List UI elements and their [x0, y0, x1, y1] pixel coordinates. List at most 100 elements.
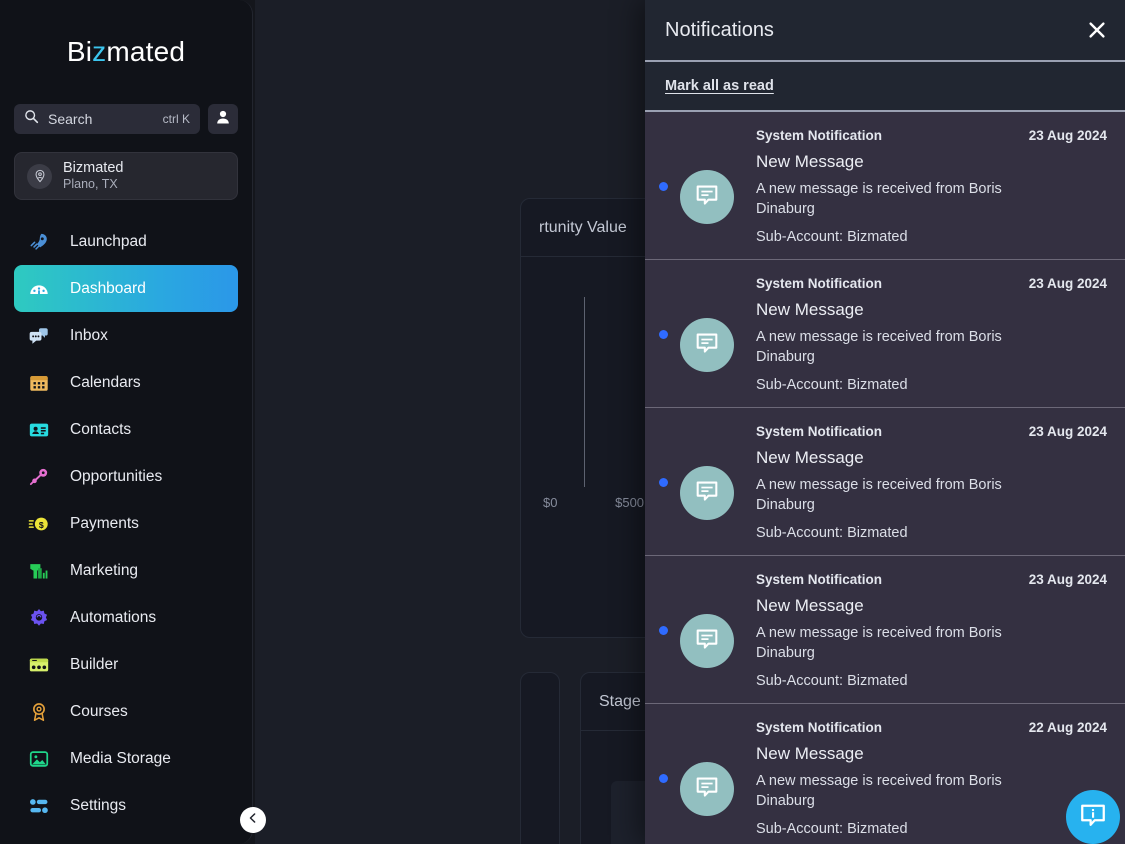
- sidebar-item-label: Contacts: [70, 420, 132, 438]
- account-text: Bizmated Plano, TX: [63, 160, 123, 193]
- contact-card-icon: [28, 419, 50, 441]
- notification-body: System Notification 23 Aug 2024 New Mess…: [756, 422, 1107, 541]
- x-tick: $500: [615, 495, 645, 510]
- chat-support-button[interactable]: [1066, 790, 1120, 844]
- notification-subaccount: Sub-Account: Bizmated: [756, 229, 908, 245]
- message-bubble-icon: [694, 330, 720, 361]
- sidebar-item-payments[interactable]: $ Payments: [14, 500, 238, 547]
- notification-kind: System Notification: [756, 128, 883, 143]
- builder-icon: [28, 654, 50, 676]
- account-location: Plano, TX: [63, 177, 118, 192]
- funnel-key-icon: [28, 466, 50, 488]
- notification-subaccount: Sub-Account: Bizmated: [756, 377, 908, 393]
- notification-date: 22 Aug 2024: [1028, 720, 1107, 735]
- unread-indicator-dot: [659, 478, 668, 487]
- sidebar-item-dashboard[interactable]: Dashboard: [14, 265, 238, 312]
- close-icon[interactable]: [1087, 20, 1107, 40]
- notification-body: System Notification 23 Aug 2024 New Mess…: [756, 570, 1107, 689]
- sidebar-item-label: Marketing: [70, 561, 139, 579]
- side-metric-card: [520, 672, 560, 844]
- coin-icon: $: [28, 513, 50, 535]
- sliders-icon: [28, 795, 50, 817]
- search-placeholder: Search: [48, 111, 93, 127]
- award-ribbon-icon: [28, 701, 50, 723]
- gear-icon: [28, 607, 50, 629]
- svg-text:$: $: [39, 519, 44, 529]
- notifications-list[interactable]: System Notification 23 Aug 2024 New Mess…: [645, 112, 1125, 844]
- sidebar-item-automations[interactable]: Automations: [14, 594, 238, 641]
- notification-item[interactable]: System Notification 23 Aug 2024 New Mess…: [645, 260, 1125, 408]
- calendar-icon: [28, 372, 50, 394]
- logo-accent-letter: z: [92, 36, 107, 67]
- notification-date: 23 Aug 2024: [1028, 424, 1107, 439]
- notification-subaccount: Sub-Account: Bizmated: [756, 673, 908, 689]
- notification-kind: System Notification: [756, 276, 883, 291]
- chevron-left-icon: [247, 811, 259, 829]
- search-input[interactable]: Search ctrl K: [14, 104, 200, 134]
- unread-indicator-dot: [659, 626, 668, 635]
- notification-meta: System Notification 23 Aug 2024: [756, 572, 1107, 587]
- sidebar-item-inbox[interactable]: Inbox: [14, 312, 238, 359]
- notification-item[interactable]: System Notification 23 Aug 2024 New Mess…: [645, 112, 1125, 260]
- app-logo[interactable]: Bi z mated: [0, 0, 252, 104]
- megaphone-chart-icon: [28, 560, 50, 582]
- notification-kind: System Notification: [756, 424, 883, 439]
- notification-title: New Message: [756, 744, 864, 763]
- notification-avatar: [680, 318, 734, 372]
- message-bubble-icon: [694, 182, 720, 213]
- mark-all-as-read-button[interactable]: Mark all as read: [665, 78, 774, 94]
- notification-title: New Message: [756, 448, 864, 467]
- sidebar-item-media-storage[interactable]: Media Storage: [14, 735, 238, 782]
- sidebar-item-label: Payments: [70, 514, 139, 532]
- notification-avatar: [680, 466, 734, 520]
- notifications-title: Notifications: [665, 18, 774, 41]
- sidebar-item-settings[interactable]: Settings: [14, 782, 238, 829]
- sidebar: Bi z mated Search ctrl K Bizmated Plano,…: [0, 0, 253, 844]
- sidebar-item-courses[interactable]: Courses: [14, 688, 238, 735]
- notification-title: New Message: [756, 596, 864, 615]
- sidebar-item-contacts[interactable]: Contacts: [14, 406, 238, 453]
- search-shortcut-hint: ctrl K: [162, 112, 190, 126]
- notification-body: System Notification 22 Aug 2024 New Mess…: [756, 718, 1107, 837]
- notification-description: A new message is received from Boris Din…: [756, 329, 1002, 365]
- sidebar-item-label: Courses: [70, 702, 128, 720]
- notification-item[interactable]: System Notification 23 Aug 2024 New Mess…: [645, 556, 1125, 704]
- sidebar-item-label: Builder: [70, 655, 119, 673]
- image-icon: [28, 748, 50, 770]
- unread-indicator-dot: [659, 330, 668, 339]
- user-avatar-button[interactable]: [208, 104, 238, 134]
- sidebar-item-calendars[interactable]: Calendars: [14, 359, 238, 406]
- notification-body: System Notification 23 Aug 2024 New Mess…: [756, 126, 1107, 245]
- account-switcher[interactable]: Bizmated Plano, TX: [14, 152, 238, 200]
- sidebar-item-label: Dashboard: [70, 279, 146, 297]
- notification-body: System Notification 23 Aug 2024 New Mess…: [756, 274, 1107, 393]
- sidebar-item-launchpad[interactable]: Launchpad: [14, 218, 238, 265]
- chat-bubbles-icon: [28, 325, 50, 347]
- notification-item[interactable]: System Notification 22 Aug 2024 New Mess…: [645, 704, 1125, 844]
- sidebar-item-label: Automations: [70, 608, 157, 626]
- user-icon: [215, 109, 231, 130]
- account-name: Bizmated: [63, 159, 124, 176]
- message-bubble-icon: [694, 626, 720, 657]
- message-bubble-icon: [694, 478, 720, 509]
- sidebar-item-marketing[interactable]: Marketing: [14, 547, 238, 594]
- app-root: rtunity Value $0 $500 Stage Bi z mated S…: [0, 0, 1125, 844]
- sidebar-collapse-button[interactable]: [240, 807, 266, 833]
- info-bubble-icon: [1078, 800, 1108, 835]
- notification-subaccount: Sub-Account: Bizmated: [756, 525, 908, 541]
- sidebar-item-label: Settings: [70, 796, 127, 814]
- sidebar-item-label: Calendars: [70, 373, 141, 391]
- sidebar-item-label: Media Storage: [70, 749, 171, 767]
- sidebar-nav: Launchpad Dashboard Inbox Calendars Cont…: [0, 218, 252, 829]
- sidebar-item-builder[interactable]: Builder: [14, 641, 238, 688]
- opportunity-card-title: rtunity Value: [539, 218, 627, 236]
- notifications-panel: Notifications Mark all as read System No…: [645, 0, 1125, 844]
- notification-avatar: [680, 762, 734, 816]
- notification-item[interactable]: System Notification 23 Aug 2024 New Mess…: [645, 408, 1125, 556]
- notification-description: A new message is received from Boris Din…: [756, 773, 1002, 809]
- notification-meta: System Notification 23 Aug 2024: [756, 276, 1107, 291]
- notification-meta: System Notification 22 Aug 2024: [756, 720, 1107, 735]
- notification-date: 23 Aug 2024: [1028, 572, 1107, 587]
- unread-indicator-dot: [659, 774, 668, 783]
- sidebar-item-opportunities[interactable]: Opportunities: [14, 453, 238, 500]
